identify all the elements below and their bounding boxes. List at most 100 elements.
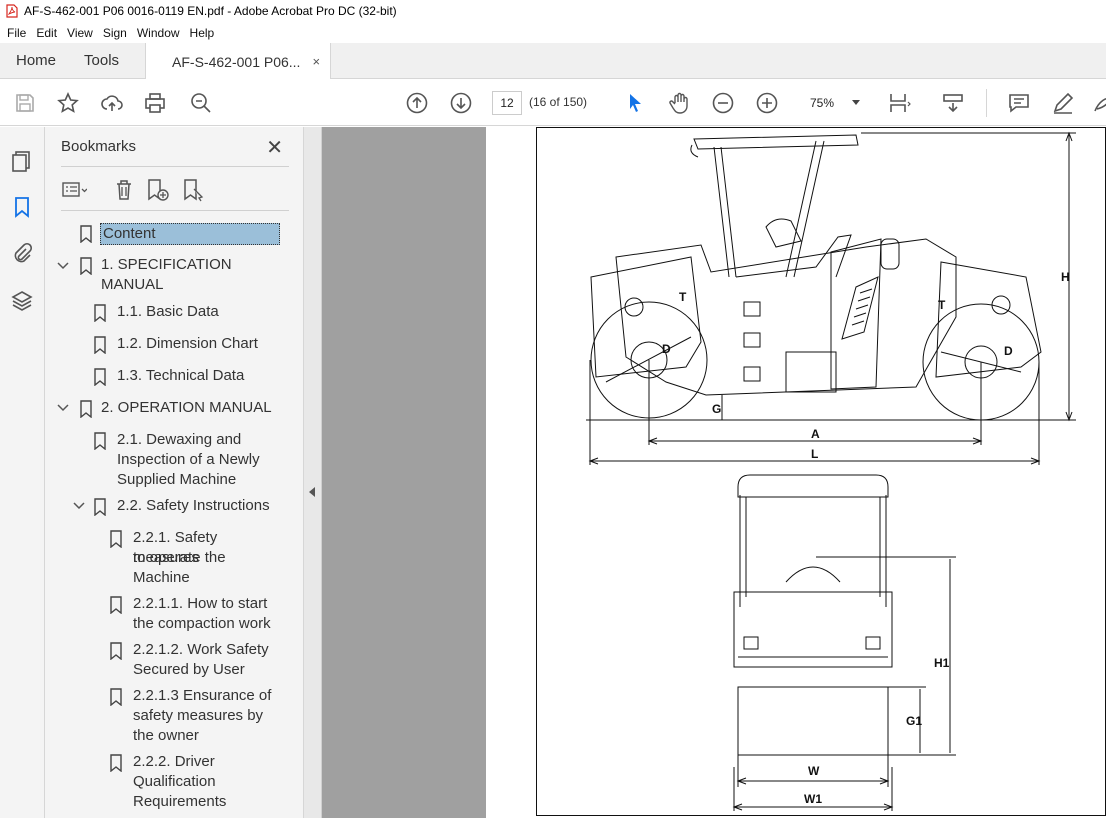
new-bookmark-icon[interactable] bbox=[145, 177, 171, 203]
label-l: L bbox=[811, 447, 818, 461]
bookmarks-panel: Bookmarks ✕ Content 1. SPECIFICATION MAN… bbox=[45, 127, 341, 818]
tab-document[interactable]: AF-S-462-001 P06... × bbox=[145, 43, 332, 80]
select-cursor-icon[interactable] bbox=[622, 90, 648, 116]
bookmark-icon bbox=[94, 432, 106, 450]
pdf-page: H A L G T D T D H1 G1 W W1 bbox=[486, 127, 1106, 818]
menu-sign[interactable]: Sign bbox=[98, 26, 132, 40]
pages-thumbnail-icon[interactable] bbox=[10, 149, 34, 173]
front-drum-face bbox=[737, 686, 889, 756]
rear-lift-eye bbox=[991, 295, 1011, 315]
bookmark-item-dewaxing[interactable]: 2.1. Dewaxing and Inspection of a Newly … bbox=[45, 429, 282, 493]
label-t-rear: T bbox=[938, 298, 946, 312]
bookmark-icon bbox=[110, 688, 122, 706]
bookmark-icon bbox=[110, 596, 122, 614]
bookmark-item-ensurance[interactable]: 2.2.1.3 Ensurance of safety measures by … bbox=[45, 685, 282, 749]
label-w1: W1 bbox=[804, 792, 822, 806]
attachment-icon[interactable] bbox=[10, 242, 34, 266]
highlight-pen-icon[interactable] bbox=[1050, 90, 1076, 116]
left-lamp bbox=[743, 636, 759, 650]
find-bookmark-icon[interactable] bbox=[181, 177, 207, 203]
close-icon[interactable]: ✕ bbox=[266, 135, 283, 160]
bookmark-label-line3: Machine bbox=[133, 569, 190, 586]
bookmark-item-safety-instructions[interactable]: 2.2. Safety Instructions bbox=[45, 495, 282, 523]
label-d-rear: D bbox=[1004, 344, 1013, 358]
zoom-select[interactable]: 75% bbox=[800, 91, 868, 115]
rear-drum-frame bbox=[935, 261, 1042, 378]
bookmark-panel-icon[interactable] bbox=[10, 195, 34, 219]
bookmark-item-safety-measures[interactable]: 2.2.1. Safety measures to operate the Ma… bbox=[45, 527, 282, 591]
page-number-input[interactable]: 12 bbox=[492, 91, 522, 115]
bookmark-item-technical-data[interactable]: 1.3. Technical Data bbox=[45, 365, 282, 393]
collapse-panel-handle[interactable] bbox=[304, 127, 322, 818]
chevron-down-icon[interactable] bbox=[72, 499, 86, 513]
front-lift-eye bbox=[624, 297, 644, 317]
bookmark-icon bbox=[94, 498, 106, 516]
previous-page-icon[interactable] bbox=[404, 90, 430, 116]
bookmark-label-line2: to operate the bbox=[133, 549, 226, 566]
chevron-down-icon[interactable] bbox=[56, 401, 70, 415]
tab-tools[interactable]: Tools bbox=[70, 43, 133, 78]
zoom-search-icon[interactable] bbox=[188, 90, 214, 116]
layers-icon[interactable] bbox=[10, 289, 34, 313]
tab-close-icon[interactable]: × bbox=[312, 54, 320, 69]
tab-document-label: AF-S-462-001 P06... bbox=[172, 53, 301, 70]
document-viewer[interactable]: H A L G T D T D H1 G1 W W1 bbox=[322, 127, 1106, 818]
bookmark-label-line3: the owner bbox=[133, 727, 199, 744]
upload-cloud-icon[interactable] bbox=[99, 90, 125, 116]
bookmark-label-line2: MANUAL bbox=[101, 276, 164, 293]
bookmark-label-line2: Secured by User bbox=[133, 661, 245, 678]
delete-icon[interactable] bbox=[111, 177, 137, 203]
dimension-drawing: H A L G T D T D H1 G1 W W1 bbox=[586, 131, 1076, 811]
page-fit-icon[interactable] bbox=[886, 90, 912, 116]
bookmark-item-dimension-chart[interactable]: 1.2. Dimension Chart bbox=[45, 333, 282, 361]
chevron-down-icon[interactable] bbox=[56, 259, 70, 273]
front-canopy-posts bbox=[739, 495, 887, 607]
save-icon[interactable] bbox=[12, 90, 38, 116]
left-rail bbox=[0, 127, 45, 818]
bookmark-icon bbox=[80, 400, 92, 418]
hand-tool-icon[interactable] bbox=[666, 90, 692, 116]
bookmark-label-line2: Inspection of a Newly bbox=[117, 451, 260, 468]
menu-view[interactable]: View bbox=[62, 26, 98, 40]
bookmark-label: 2.2.1.2. Work Safety bbox=[133, 641, 269, 658]
menu-bar: File Edit View Sign Window Help bbox=[0, 22, 1106, 43]
bookmark-item-specification-manual[interactable]: 1. SPECIFICATION MANUAL bbox=[45, 255, 282, 299]
label-w: W bbox=[808, 764, 820, 778]
draw-tool-icon[interactable] bbox=[1090, 90, 1106, 116]
bookmark-item-operation-manual[interactable]: 2. OPERATION MANUAL bbox=[45, 397, 282, 425]
print-icon[interactable] bbox=[142, 90, 168, 116]
bookmark-label: 2.1. Dewaxing and bbox=[117, 431, 242, 448]
options-menu-icon[interactable] bbox=[61, 177, 87, 203]
bookmark-label: 2.2.1.1. How to start bbox=[133, 595, 268, 612]
menu-edit[interactable]: Edit bbox=[31, 26, 62, 40]
bookmark-icon bbox=[80, 225, 92, 243]
menu-file[interactable]: File bbox=[2, 26, 31, 40]
zoom-out-icon[interactable] bbox=[710, 90, 736, 116]
comment-icon[interactable] bbox=[1006, 90, 1032, 116]
bookmark-item-work-safety[interactable]: 2.2.1.2. Work Safety Secured by User bbox=[45, 639, 282, 683]
pdf-file-icon bbox=[6, 4, 18, 18]
bookmark-label-line2: Qualification bbox=[133, 773, 216, 790]
star-icon[interactable] bbox=[55, 90, 81, 116]
bookmark-item-driver-qualification[interactable]: 2.2.2. Driver Qualification Requirements bbox=[45, 751, 282, 815]
bookmark-label: 2.2. Safety Instructions bbox=[117, 497, 270, 514]
bookmark-item-content[interactable]: Content bbox=[45, 219, 282, 249]
bookmark-item-basic-data[interactable]: 1.1. Basic Data bbox=[45, 301, 282, 329]
toolbar: 12 (16 of 150) 75% bbox=[0, 79, 1106, 126]
label-h: H bbox=[1061, 270, 1070, 284]
bookmark-label: 1.3. Technical Data bbox=[117, 367, 245, 384]
zoom-in-icon[interactable] bbox=[754, 90, 780, 116]
bookmark-item-start-compaction[interactable]: 2.2.1.1. How to start the compaction wor… bbox=[45, 593, 282, 637]
bookmark-icon bbox=[94, 368, 106, 386]
tab-home[interactable]: Home bbox=[0, 43, 70, 78]
menu-window[interactable]: Window bbox=[132, 26, 185, 40]
menu-help[interactable]: Help bbox=[185, 26, 220, 40]
bookmarks-toolbar bbox=[61, 173, 289, 211]
bookmarks-header: Bookmarks ✕ bbox=[61, 137, 289, 167]
bookmark-icon bbox=[110, 530, 122, 548]
bookmark-label-line2: safety measures by bbox=[133, 707, 264, 724]
scroll-mode-icon[interactable] bbox=[940, 90, 966, 116]
next-page-icon[interactable] bbox=[448, 90, 474, 116]
front-drum-frame bbox=[590, 256, 702, 378]
steering-wheel bbox=[785, 566, 841, 583]
